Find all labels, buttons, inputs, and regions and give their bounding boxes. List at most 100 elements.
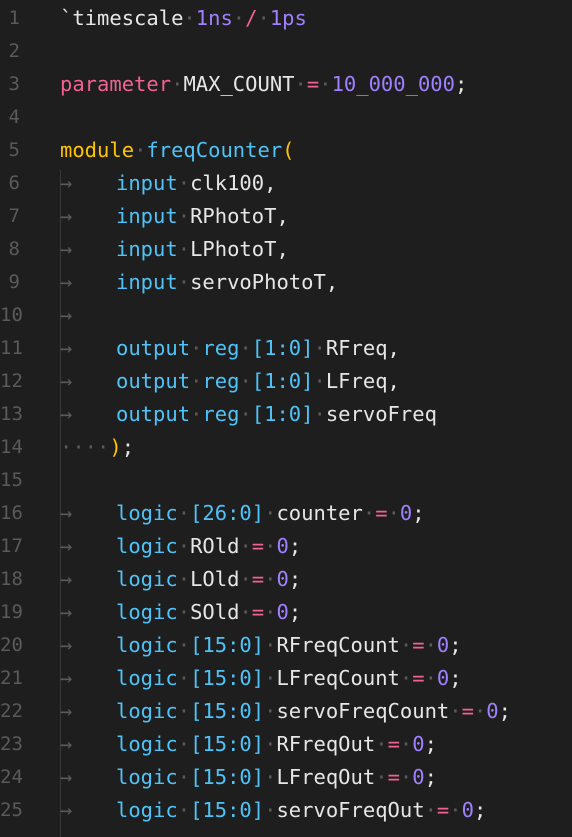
line-code: → logic·[15:0]·servoFreqOut·=·0; bbox=[60, 794, 486, 827]
code-line[interactable]: 21 → logic·[15:0]·LFreqCount·=·0; bbox=[0, 662, 572, 695]
code-line[interactable]: 20 → logic·[15:0]·RFreqCount·=·0; bbox=[0, 629, 572, 662]
code-token: logic bbox=[116, 798, 178, 822]
code-token: input bbox=[116, 270, 178, 294]
code-token: · bbox=[232, 6, 246, 30]
code-line[interactable]: 25 → logic·[15:0]·servoFreqOut·=·0; bbox=[0, 794, 572, 827]
code-token: = bbox=[412, 633, 425, 657]
code-token: ( bbox=[282, 138, 295, 162]
code-token: · bbox=[264, 567, 277, 591]
code-token: · bbox=[264, 798, 277, 822]
code-token: reg bbox=[202, 402, 240, 426]
code-token: input bbox=[116, 171, 178, 195]
code-token: · bbox=[264, 600, 277, 624]
code-line[interactable]: 5 module·freqCounter( bbox=[0, 134, 572, 167]
line-number: 17 bbox=[0, 535, 23, 557]
code-token: [1:0] bbox=[251, 402, 314, 426]
code-line[interactable]: 9 → input·servoPhotoT, bbox=[0, 266, 572, 299]
line-code: → logic·[15:0]·LFreqCount·=·0; bbox=[60, 662, 462, 695]
line-number: 15 bbox=[0, 469, 23, 491]
code-token: ; bbox=[288, 534, 302, 558]
tab-arrow-icon: → bbox=[60, 237, 73, 261]
code-token: · bbox=[294, 72, 307, 96]
tab-arrow-icon: → bbox=[60, 369, 73, 393]
code-token: [15:0] bbox=[190, 666, 265, 690]
line-code: → logic·[15:0]·RFreqOut·=·0; bbox=[60, 728, 437, 761]
line-number: 23 bbox=[0, 733, 23, 755]
code-token: · bbox=[190, 402, 203, 426]
code-token: · bbox=[264, 633, 277, 657]
code-token: servoFreq bbox=[325, 402, 437, 426]
line-number: 13 bbox=[0, 403, 23, 425]
code-token: servoFreqOut bbox=[276, 798, 425, 822]
code-token: ; bbox=[121, 435, 135, 459]
code-line[interactable]: 19 → logic·SOld·=·0; bbox=[0, 596, 572, 629]
code-editor[interactable]: 1 `timescale·1ns·/·1ps 2 3 parameter·MAX_COU… bbox=[0, 0, 572, 837]
code-token: · bbox=[449, 798, 462, 822]
code-line[interactable]: 13 → output·reg·[1:0]·servoFreq bbox=[0, 398, 572, 431]
code-token: 0 bbox=[276, 567, 289, 591]
code-token: logic bbox=[116, 534, 178, 558]
line-number: 20 bbox=[0, 634, 23, 656]
code-line[interactable]: 22 → logic·[15:0]·servoFreqCount·=·0; bbox=[0, 695, 572, 728]
code-token: · bbox=[190, 336, 203, 360]
code-line[interactable]: 2 bbox=[0, 35, 572, 68]
code-token: · bbox=[134, 138, 147, 162]
code-token: [15:0] bbox=[190, 699, 265, 723]
code-token: ; bbox=[473, 798, 487, 822]
line-number: 3 bbox=[8, 73, 20, 95]
tab-arrow-icon: → bbox=[60, 732, 73, 756]
code-token: = bbox=[412, 666, 425, 690]
code-token: · bbox=[424, 798, 437, 822]
code-token: · bbox=[319, 72, 332, 96]
code-token: 10_000_000 bbox=[331, 72, 455, 96]
line-code: → output·reg·[1:0]·servoFreq bbox=[60, 398, 437, 431]
tab-arrow-icon: → bbox=[60, 204, 73, 228]
code-line[interactable]: 16 → logic·[26:0]·counter·=·0; bbox=[0, 497, 572, 530]
code-token: ; bbox=[449, 666, 462, 690]
line-code: → logic·[15:0]·servoFreqCount·=·0; bbox=[60, 695, 511, 728]
code-line[interactable]: 6 → input·clk100, bbox=[0, 167, 572, 200]
code-token: = bbox=[306, 72, 320, 96]
code-line[interactable]: 15 bbox=[0, 464, 572, 497]
line-number: 16 bbox=[0, 502, 23, 524]
code-line[interactable]: 23 → logic·[15:0]·RFreqOut·=·0; bbox=[0, 728, 572, 761]
code-token: · bbox=[264, 666, 277, 690]
code-token: 0 bbox=[436, 633, 450, 657]
code-line[interactable]: 1 `timescale·1ns·/·1ps bbox=[0, 2, 572, 35]
code-line[interactable]: 4 bbox=[0, 101, 572, 134]
code-token: 0 bbox=[436, 666, 450, 690]
tab-arrow-icon: → bbox=[60, 666, 73, 690]
code-token: · bbox=[177, 666, 191, 690]
line-code: → logic·LOld·=·0; bbox=[60, 563, 301, 596]
code-token: · bbox=[177, 600, 191, 624]
tab-arrow-icon: → bbox=[60, 798, 73, 822]
tab-arrow-icon: → bbox=[60, 567, 73, 591]
code-line[interactable]: 11 → output·reg·[1:0]·RFreq, bbox=[0, 332, 572, 365]
code-line[interactable]: 24 → logic·[15:0]·LFreqOut·=·0; bbox=[0, 761, 572, 794]
code-token: · bbox=[387, 501, 400, 525]
line-code: → output·reg·[1:0]·RFreq, bbox=[60, 332, 400, 365]
code-token: · bbox=[313, 336, 326, 360]
line-number: 8 bbox=[8, 238, 20, 260]
code-token: 0 bbox=[276, 600, 289, 624]
code-token: · bbox=[177, 171, 191, 195]
code-line[interactable]: 10 → bbox=[0, 299, 572, 332]
code-line[interactable]: 17 → logic·ROld·=·0; bbox=[0, 530, 572, 563]
code-line[interactable]: 14 ····); bbox=[0, 431, 572, 464]
code-token: · bbox=[239, 600, 252, 624]
code-token: = bbox=[436, 798, 450, 822]
code-token: · bbox=[313, 369, 326, 393]
code-token: · bbox=[399, 732, 413, 756]
code-token: 0 bbox=[486, 699, 499, 723]
code-token: = bbox=[251, 567, 265, 591]
code-line[interactable]: 7 → input·RPhotoT, bbox=[0, 200, 572, 233]
code-token: · bbox=[239, 534, 252, 558]
code-line[interactable]: 3 parameter·MAX_COUNT·=·10_000_000; bbox=[0, 68, 572, 101]
line-code: → logic·ROld·=·0; bbox=[60, 530, 301, 563]
code-line[interactable]: 12 → output·reg·[1:0]·LFreq, bbox=[0, 365, 572, 398]
code-token: freqCounter bbox=[146, 138, 283, 162]
code-token: logic bbox=[116, 765, 178, 789]
code-line[interactable]: 8 → input·LPhotoT, bbox=[0, 233, 572, 266]
code-line[interactable]: 18 → logic·LOld·=·0; bbox=[0, 563, 572, 596]
code-token: · bbox=[177, 798, 191, 822]
